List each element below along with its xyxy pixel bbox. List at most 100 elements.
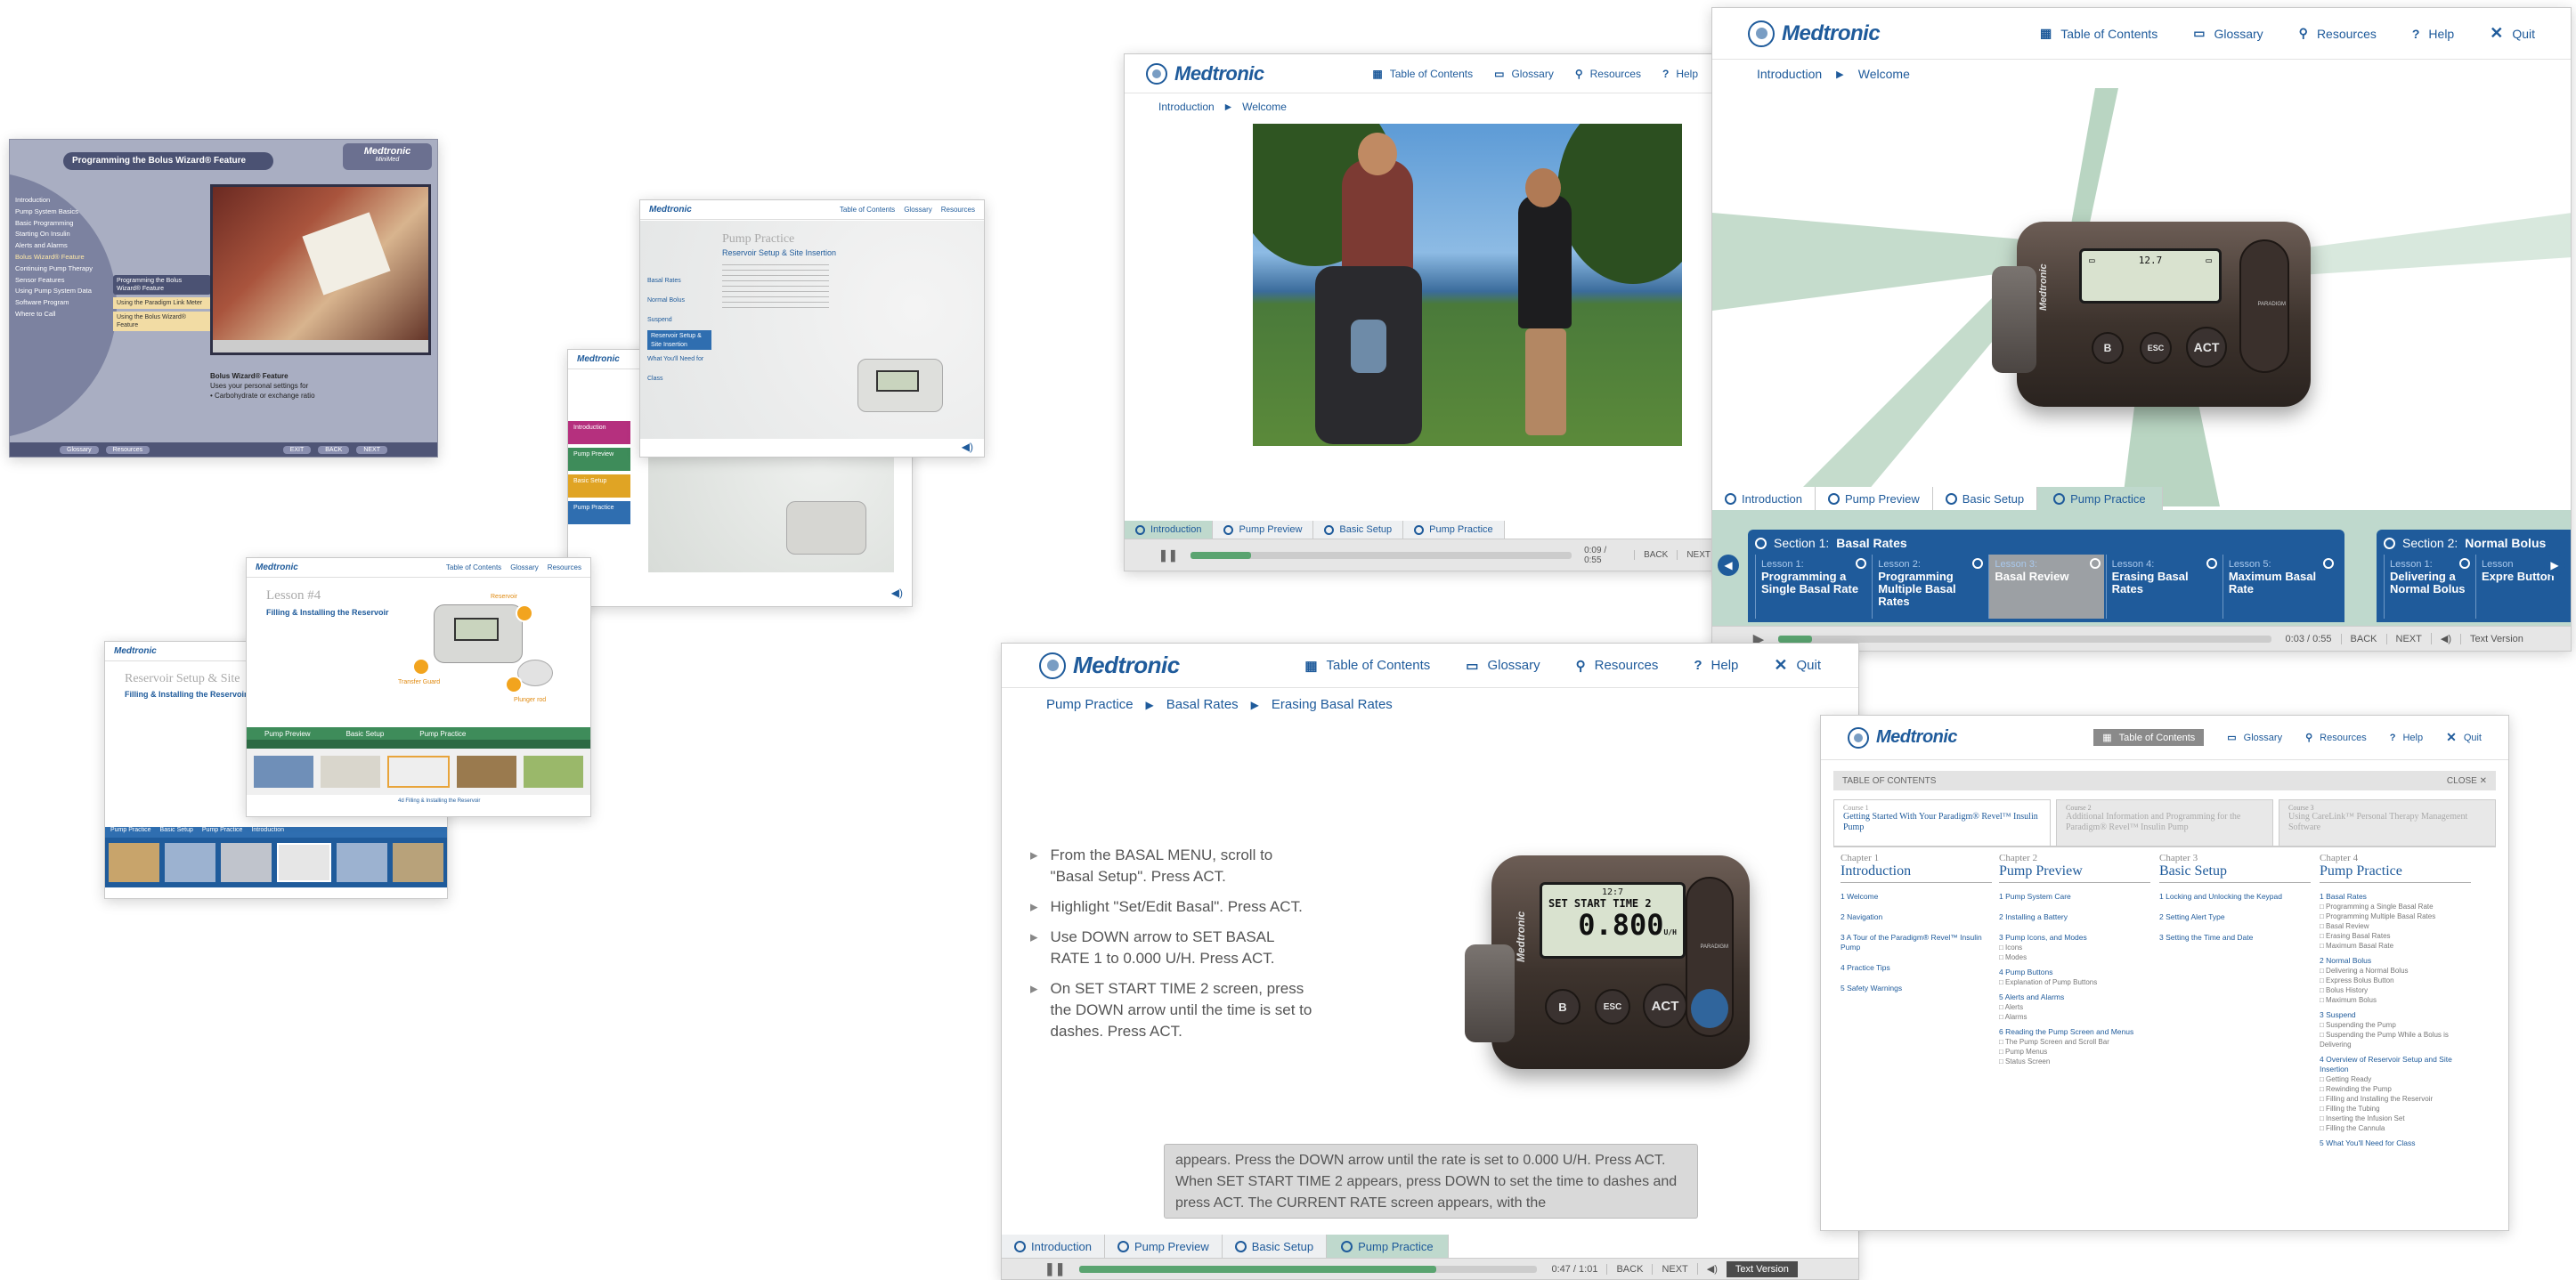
course-tab[interactable]: Course 1 Getting Started With Your Paradi… <box>1833 799 2051 846</box>
progress-bar[interactable] <box>1777 635 2271 643</box>
toc-item[interactable]: 2 Normal Bolus <box>2320 956 2471 966</box>
toc-subitem[interactable]: □ Suspending the Pump While a Bolus is D… <box>2320 1030 2471 1049</box>
thumb[interactable] <box>524 756 583 788</box>
thumb[interactable] <box>320 756 380 788</box>
minimed-menu-item[interactable]: Bolus Wizard® Feature <box>15 252 113 263</box>
callout-dot[interactable] <box>412 658 430 676</box>
glossary-link[interactable]: ▭ Glossary <box>2193 26 2263 41</box>
stack-back-tab[interactable]: Pump Practice <box>202 827 243 838</box>
toc-subitem[interactable]: □ Filling the Tubing <box>2320 1104 2471 1114</box>
stack-top-side-item[interactable]: Suspend <box>647 311 711 330</box>
toc-item[interactable]: 1 Basal Rates <box>2320 892 2471 902</box>
chapter-title[interactable]: Pump Preview <box>1999 863 2150 883</box>
stack-mid-speaker-icon[interactable]: ◀) <box>891 587 903 599</box>
toc-item[interactable]: 5 Safety Warnings <box>1841 984 1992 993</box>
toc-item[interactable]: 3 Suspend <box>2320 1010 2471 1020</box>
minimed-next-button[interactable]: NEXT <box>356 445 387 454</box>
crumb-basal-rates[interactable]: Basal Rates <box>1166 697 1239 712</box>
lesson-card[interactable]: Lesson 2: Programming Multiple Basal Rate… <box>1872 555 1987 619</box>
toc-item[interactable]: 1 Welcome <box>1841 892 1992 902</box>
toc-subitem[interactable]: □ Modes <box>1999 952 2150 962</box>
quit-link[interactable]: ✕ Quit <box>2446 730 2482 745</box>
stack-lesson-tab[interactable]: Pump Practice <box>419 730 466 738</box>
toc-subitem[interactable]: □ Express Bolus Button <box>2320 976 2471 985</box>
crumb-introduction[interactable]: Introduction <box>1158 101 1215 113</box>
help-link[interactable]: ? Help <box>1662 68 1698 80</box>
stack-top-speaker-icon[interactable]: ◀) <box>962 441 973 453</box>
stack-lesson-tab[interactable]: Pump Preview <box>264 730 311 738</box>
tab-basic-setup[interactable]: Basic Setup <box>1932 487 2038 510</box>
tab-pump-preview[interactable]: Pump Preview <box>1104 1235 1223 1258</box>
toc-subitem[interactable]: □ Inserting the Infusion Set <box>2320 1114 2471 1123</box>
stack-mid-side-item[interactable]: Pump Practice <box>568 501 630 524</box>
toc-subitem[interactable]: □ Getting Ready <box>2320 1074 2471 1084</box>
help-link[interactable]: ? Help <box>1694 658 1738 673</box>
toc-subitem[interactable]: □ Maximum Bolus <box>2320 995 2471 1005</box>
progress-bar[interactable] <box>1079 1265 1538 1273</box>
next-button[interactable]: NEXT <box>1652 1263 1696 1275</box>
help-link[interactable]: ? Help <box>2390 733 2423 743</box>
stack-top-side-item[interactable]: Normal Bolus <box>647 291 711 311</box>
text-version-button[interactable]: Text Version <box>2459 633 2532 644</box>
crumb-welcome[interactable]: Welcome <box>1242 101 1287 113</box>
tab-pump-preview[interactable]: Pump Preview <box>1815 487 1933 510</box>
stack-mid-side-item[interactable]: Pump Preview <box>568 448 630 471</box>
toc-subitem[interactable]: □ Filling and Installing the Reservoir <box>2320 1094 2471 1104</box>
minimed-submenu-item[interactable]: Using the Bolus Wizard® Feature <box>113 312 211 331</box>
lesson-card[interactable]: Lesson 3: Basal Review <box>1988 555 2104 619</box>
toc-subitem[interactable]: □ The Pump Screen and Scroll Bar <box>1999 1037 2150 1047</box>
toc-subitem[interactable]: □ Alarms <box>1999 1012 2150 1022</box>
lesson-card[interactable]: Lesson 1: Delivering a Normal Bolus <box>2384 555 2474 619</box>
toc-item[interactable]: 5 What You'll Need for Class <box>2320 1138 2471 1148</box>
toc-subitem[interactable]: □ Explanation of Pump Buttons <box>1999 977 2150 987</box>
thumb[interactable] <box>386 756 451 788</box>
thumb[interactable] <box>457 756 517 788</box>
glossary-link[interactable]: ▭ Glossary <box>1466 658 1540 674</box>
toc-item[interactable]: 1 Pump System Care <box>1999 892 2150 902</box>
minimed-resources-button[interactable]: Resources <box>105 445 150 454</box>
toc-subitem[interactable]: □ Bolus History <box>2320 985 2471 995</box>
lesson-card[interactable]: Lesson 5: Maximum Basal Rate <box>2222 555 2338 619</box>
tab-introduction[interactable]: Introduction <box>1002 1235 1105 1258</box>
stack-top-glossary-link[interactable]: Glossary <box>904 206 932 214</box>
scroll-right-button[interactable]: ▶ <box>2544 555 2565 576</box>
minimed-menu-item[interactable]: Introduction <box>15 195 113 207</box>
help-link[interactable]: ? Help <box>2412 27 2454 41</box>
tab-pump-practice[interactable]: Pump Practice <box>1403 521 1505 539</box>
toc-link[interactable]: ▦ Table of Contents <box>1372 68 1473 80</box>
toc-item[interactable]: 3 Pump Icons, and Modes <box>1999 933 2150 943</box>
tab-pump-preview[interactable]: Pump Preview <box>1213 521 1314 539</box>
toc-subitem[interactable]: □ Programming a Single Basal Rate <box>2320 902 2471 911</box>
toc-subitem[interactable]: □ Delivering a Normal Bolus <box>2320 966 2471 976</box>
callout-dot[interactable] <box>505 676 523 693</box>
stack-top-side-item[interactable]: What You'll Need for Class <box>647 350 711 389</box>
toc-subitem[interactable]: □ Erasing Basal Rates <box>2320 931 2471 941</box>
toc-subitem[interactable]: □ Maximum Basal Rate <box>2320 941 2471 951</box>
minimed-glossary-button[interactable]: Glossary <box>60 445 99 454</box>
stack-top-resources-link[interactable]: Resources <box>941 206 975 214</box>
stack-mid-side-item[interactable]: Basic Setup <box>568 474 630 498</box>
minimed-menu-item[interactable]: Where to Call <box>15 309 113 320</box>
thumb[interactable] <box>109 843 159 882</box>
minimed-menu-item[interactable]: Continuing Pump Therapy <box>15 263 113 275</box>
toc-close-button[interactable]: CLOSE ✕ <box>2447 776 2487 786</box>
stack-back-tab[interactable]: Introduction <box>251 827 284 838</box>
toc-item[interactable]: 1 Locking and Unlocking the Keypad <box>2159 892 2311 902</box>
pause-icon[interactable]: ❚❚ <box>1044 1261 1065 1276</box>
minimed-exit-button[interactable]: EXIT <box>282 445 312 454</box>
minimed-menu-item[interactable]: Starting On Insulin <box>15 229 113 240</box>
stack-back-tab[interactable]: Basic Setup <box>160 827 193 838</box>
chapter-title[interactable]: Introduction <box>1841 863 1992 883</box>
toc-subitem[interactable]: □ Programming Multiple Basal Rates <box>2320 911 2471 921</box>
back-button[interactable]: BACK <box>1606 1263 1652 1275</box>
chapter-title[interactable]: Basic Setup <box>2159 863 2311 883</box>
stack-back-tab[interactable]: Pump Practice <box>110 827 151 838</box>
text-version-button[interactable]: Text Version <box>1726 1260 1798 1277</box>
toc-subitem[interactable]: □ Pump Menus <box>1999 1047 2150 1057</box>
stack-lesson-tab[interactable]: Basic Setup <box>346 730 385 738</box>
chapter-title[interactable]: Pump Practice <box>2320 863 2471 883</box>
minimed-menu-item[interactable]: Software Program <box>15 297 113 309</box>
back-button[interactable]: BACK <box>1634 550 1677 560</box>
thumb[interactable] <box>337 843 387 882</box>
toc-item[interactable]: 2 Installing a Battery <box>1999 912 2150 922</box>
